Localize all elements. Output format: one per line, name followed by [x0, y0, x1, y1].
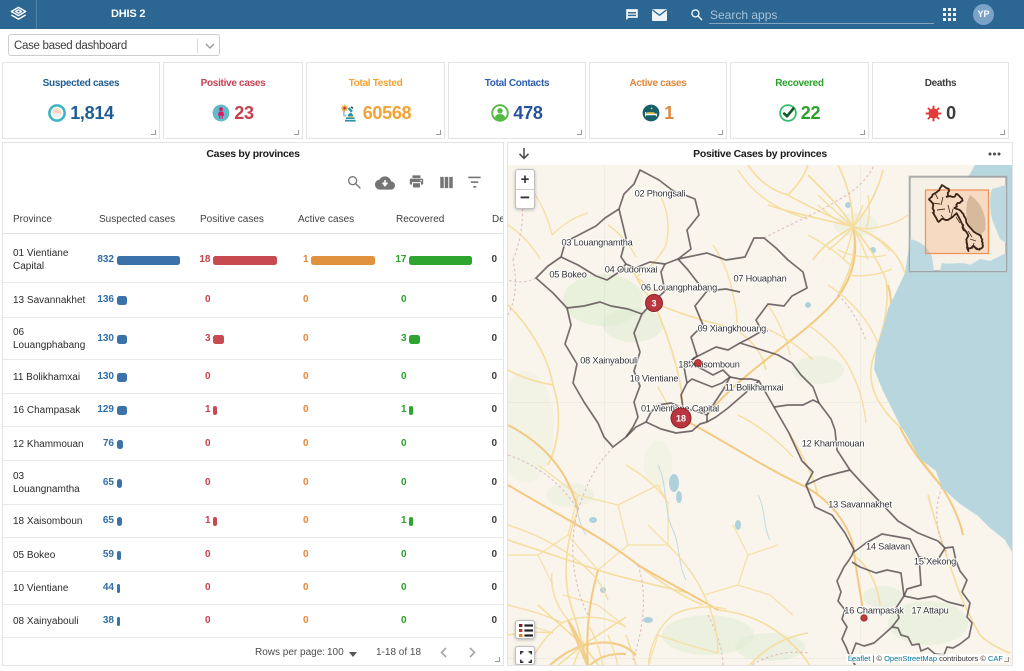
svg-text:02 Phongsali: 02 Phongsali [635, 189, 686, 199]
svg-text:18 Xaisomboun: 18 Xaisomboun [678, 360, 739, 370]
svg-text:10 Vientiane: 10 Vientiane [630, 374, 679, 384]
svg-text:14 Salavan: 14 Salavan [866, 542, 910, 552]
svg-text:13 Savannakhet: 13 Savannakhet [828, 500, 892, 510]
svg-text:3: 3 [651, 299, 656, 309]
svg-text:09 Xiangkhouang.: 09 Xiangkhouang. [698, 324, 769, 334]
svg-text:08 Xainyabouli: 08 Xainyabouli [580, 356, 638, 366]
svg-text:18: 18 [676, 414, 686, 424]
svg-text:04 Oudomxai: 04 Oudomxai [605, 265, 658, 275]
svg-text:17 Attapu: 17 Attapu [911, 606, 948, 616]
svg-text:11 Bolikhamxai: 11 Bolikhamxai [725, 383, 784, 393]
svg-text:15 Xekong: 15 Xekong [914, 557, 956, 567]
svg-text:12 Khammouan: 12 Khammouan [802, 439, 865, 449]
svg-text:06 Louangphabang: 06 Louangphabang [641, 283, 717, 293]
svg-text:05 Bokeo: 05 Bokeo [549, 270, 586, 280]
svg-text:16 Champasak: 16 Champasak [844, 606, 904, 616]
svg-text:03 Louangnamtha: 03 Louangnamtha [561, 238, 633, 248]
svg-text:07 Houaphan: 07 Houaphan [734, 274, 787, 284]
